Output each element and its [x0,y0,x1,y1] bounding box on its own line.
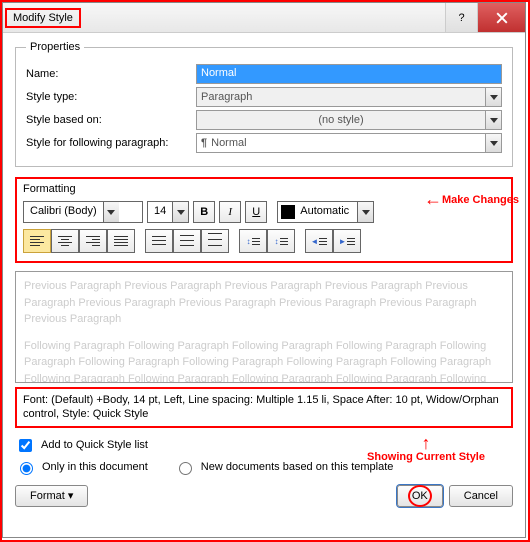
annotation-make-changes: Make Changes [442,194,519,206]
decrease-indent-button[interactable]: ◄ [305,229,333,253]
spacing-medium-button[interactable] [173,229,201,253]
name-label: Name: [26,68,196,80]
chevron-down-icon [485,88,501,106]
style-following-select[interactable]: ¶Normal [196,133,502,153]
cancel-button[interactable]: Cancel [449,485,513,507]
chevron-down-icon[interactable] [172,202,188,222]
style-based-on-label: Style based on: [26,114,196,126]
bold-button[interactable]: B [193,201,215,223]
format-button[interactable]: Format ▾ [15,485,88,507]
pilcrow-icon: ¶ [201,137,207,149]
add-quick-style-checkbox[interactable] [19,439,32,452]
only-in-document-label: Only in this document [42,461,148,473]
titlebar: Modify Style ? [3,3,525,33]
chevron-down-icon [485,111,501,129]
properties-legend: Properties [26,41,84,53]
align-justify-button[interactable] [107,229,135,253]
increase-indent-button[interactable]: ► [333,229,361,253]
font-color-select[interactable]: Automatic [277,201,374,223]
arrow-up-icon: ↑ [367,435,485,451]
help-button[interactable]: ? [445,3,477,32]
decrease-space-before-button[interactable]: ↕ [267,229,295,253]
style-description: Font: (Default) +Body, 14 pt, Left, Line… [15,387,513,428]
new-documents-radio[interactable] [179,462,192,475]
style-type-label: Style type: [26,91,196,103]
chevron-down-icon[interactable] [103,202,119,222]
add-quick-style-label: Add to Quick Style list [41,439,148,451]
style-type-select: Paragraph [196,87,502,107]
underline-button[interactable]: U [245,201,267,223]
dialog-title: Modify Style [5,8,81,28]
ok-button[interactable]: OK [397,485,443,507]
style-based-on-select: (no style) [196,110,502,130]
preview-pane: Previous Paragraph Previous Paragraph Pr… [15,271,513,383]
properties-group: Properties Name: Normal Style type: Para… [15,41,513,167]
spacing-single-button[interactable] [145,229,173,253]
close-button[interactable] [477,3,525,32]
arrow-left-icon: ← [424,189,442,210]
annotation-showing-current: Showing Current Style [367,451,485,463]
name-input[interactable]: Normal [196,64,502,84]
increase-space-before-button[interactable]: ↕ [239,229,267,253]
align-left-button[interactable] [23,229,51,253]
chevron-down-icon[interactable] [357,202,373,222]
font-size-select[interactable]: 14 [147,201,189,223]
new-documents-label: New documents based on this template [201,461,394,473]
align-center-button[interactable] [51,229,79,253]
style-following-label: Style for following paragraph: [26,137,196,149]
chevron-down-icon[interactable] [485,134,501,152]
only-in-document-radio[interactable] [20,462,33,475]
italic-button[interactable]: I [219,201,241,223]
modify-style-dialog: Modify Style ? Properties Name: Normal S… [2,2,526,538]
align-right-button[interactable] [79,229,107,253]
spacing-double-button[interactable] [201,229,229,253]
font-family-select[interactable]: Calibri (Body) [23,201,143,223]
